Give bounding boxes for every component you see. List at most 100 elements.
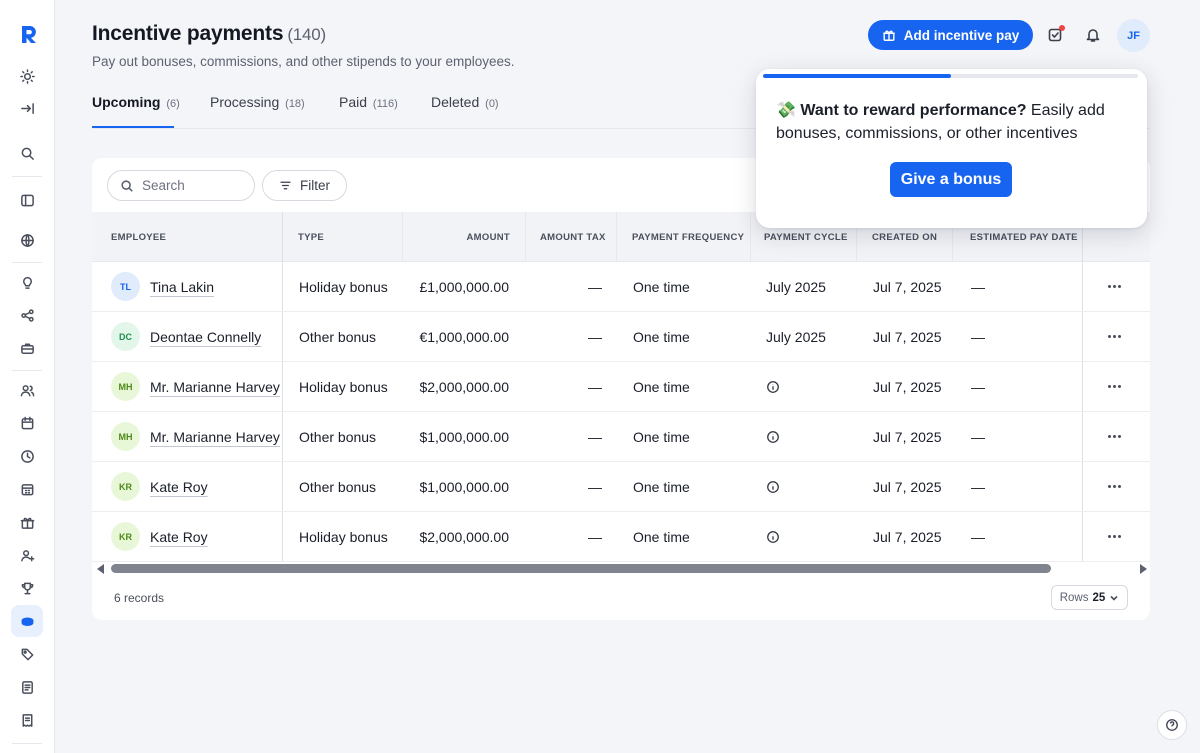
tab-processing[interactable]: Processing (18)	[210, 94, 339, 128]
table-row[interactable]: TL Tina Lakin Holiday bonus £1,000,000.0…	[92, 262, 1150, 312]
tab-paid-count: (116)	[372, 98, 398, 110]
amount-cell: €1,000,000.00	[419, 328, 509, 345]
created-on-cell: Jul 7, 2025	[873, 328, 942, 345]
info-icon[interactable]	[766, 480, 780, 494]
help-button[interactable]	[1157, 710, 1187, 740]
records-count: 6 records	[114, 591, 165, 605]
column-divider	[402, 212, 403, 262]
type-cell: Other bonus	[299, 478, 377, 495]
employee-name-link[interactable]: Kate Roy	[150, 529, 208, 545]
horizontal-scrollbar[interactable]	[92, 561, 1150, 575]
tab-deleted-count: (0)	[485, 98, 499, 110]
search-field[interactable]	[107, 170, 255, 201]
amount-tax-cell: —	[588, 278, 602, 295]
money-emoji-icon: 💸	[776, 102, 796, 119]
calendar-icon[interactable]	[11, 407, 43, 439]
estimated-pay-date-cell: —	[971, 478, 985, 495]
lightbulb-icon[interactable]	[11, 266, 43, 298]
more-options-icon[interactable]	[1108, 535, 1121, 538]
tab-deleted-label: Deleted	[431, 94, 480, 110]
employee-avatar: MH	[111, 372, 140, 401]
payment-cycle-cell	[766, 362, 846, 411]
more-options-icon[interactable]	[1108, 285, 1121, 288]
more-options-icon[interactable]	[1108, 485, 1121, 488]
give-bonus-button[interactable]: Give a bonus	[890, 162, 1012, 197]
panel-icon[interactable]	[11, 184, 43, 216]
type-cell: Holiday bonus	[299, 378, 388, 395]
calendar-grid-icon[interactable]	[11, 473, 43, 505]
amount-cell: $2,000,000.00	[419, 528, 509, 545]
briefcase-icon[interactable]	[11, 332, 43, 364]
amount-tax-cell: —	[588, 378, 602, 395]
filter-label: Filter	[300, 178, 330, 193]
add-person-icon[interactable]	[11, 539, 43, 571]
rows-value: 25	[1092, 591, 1106, 604]
employee-avatar: TL	[111, 272, 140, 301]
payment-frequency-cell: One time	[633, 278, 690, 295]
coins-icon[interactable]	[11, 605, 43, 637]
tab-deleted[interactable]: Deleted (0)	[431, 94, 521, 128]
scroll-left-arrow-icon[interactable]	[97, 564, 104, 574]
created-on-cell: Jul 7, 2025	[873, 378, 942, 395]
more-options-icon[interactable]	[1108, 335, 1121, 338]
document-icon[interactable]	[11, 671, 43, 703]
sidebar-divider	[12, 743, 42, 744]
employee-name-link[interactable]: Deontae Connelly	[150, 329, 261, 345]
notifications-button[interactable]	[1081, 23, 1105, 47]
sun-icon[interactable]	[11, 60, 43, 92]
amount-cell: $2,000,000.00	[419, 378, 509, 395]
table-row[interactable]: DC Deontae Connelly Other bonus €1,000,0…	[92, 312, 1150, 362]
payment-frequency-cell: One time	[633, 378, 690, 395]
employee-name-link[interactable]: Mr. Marianne Harvey	[150, 429, 280, 445]
employee-avatar: MH	[111, 422, 140, 451]
search-icon[interactable]	[11, 137, 43, 169]
info-icon[interactable]	[766, 380, 780, 394]
employee-name-link[interactable]: Kate Roy	[150, 479, 208, 495]
table-row[interactable]: MH Mr. Marianne Harvey Holiday bonus $2,…	[92, 362, 1150, 412]
gift-icon[interactable]	[11, 506, 43, 538]
employee-name-link[interactable]: Mr. Marianne Harvey	[150, 379, 280, 395]
tab-upcoming-count: (6)	[166, 98, 180, 110]
receipt-icon[interactable]	[11, 704, 43, 736]
column-header-amount-tax[interactable]: Amount tax	[540, 212, 620, 262]
more-options-icon[interactable]	[1108, 435, 1121, 438]
trophy-icon[interactable]	[11, 572, 43, 604]
employee-avatar: KR	[111, 472, 140, 501]
search-input[interactable]	[142, 178, 242, 193]
info-icon[interactable]	[766, 530, 780, 544]
popover-progress-fill	[763, 74, 951, 78]
column-header-employee[interactable]: Employee	[111, 212, 281, 262]
collapse-icon[interactable]	[11, 92, 43, 124]
page-title: Incentive payments (140)	[92, 22, 326, 46]
people-icon[interactable]	[11, 374, 43, 406]
column-header-amount[interactable]: Amount	[409, 212, 510, 262]
tab-upcoming[interactable]: Upcoming (6)	[92, 94, 210, 128]
table-row[interactable]: KR Kate Roy Other bonus $1,000,000.00 — …	[92, 462, 1150, 512]
table-row[interactable]: MH Mr. Marianne Harvey Other bonus $1,00…	[92, 412, 1150, 462]
amount-tax-cell: —	[588, 428, 602, 445]
clock-icon[interactable]	[11, 440, 43, 472]
tag-icon[interactable]	[11, 638, 43, 670]
estimated-pay-date-cell: —	[971, 328, 985, 345]
share-icon[interactable]	[11, 299, 43, 331]
add-incentive-pay-button[interactable]: Add incentive pay	[868, 20, 1033, 50]
globe-icon[interactable]	[11, 224, 43, 256]
employee-name-link[interactable]: Tina Lakin	[150, 279, 214, 295]
scroll-right-arrow-icon[interactable]	[1140, 564, 1147, 574]
rows-per-page-select[interactable]: Rows 25	[1051, 585, 1128, 610]
filter-button[interactable]: Filter	[262, 170, 347, 201]
onboarding-popover: 💸 Want to reward performance? Easily add…	[756, 69, 1147, 228]
user-avatar[interactable]: JF	[1117, 19, 1150, 52]
popover-message: 💸 Want to reward performance? Easily add…	[776, 99, 1136, 145]
scroll-thumb[interactable]	[111, 564, 1051, 573]
tasks-button[interactable]	[1043, 23, 1067, 47]
info-icon[interactable]	[766, 430, 780, 444]
tab-paid[interactable]: Paid (116)	[339, 94, 431, 128]
column-header-payment-frequency[interactable]: Payment frequency	[632, 212, 752, 262]
table-row[interactable]: KR Kate Roy Holiday bonus $2,000,000.00 …	[92, 512, 1150, 562]
more-options-icon[interactable]	[1108, 385, 1121, 388]
column-header-type[interactable]: Type	[298, 212, 398, 262]
estimated-pay-date-cell: —	[971, 528, 985, 545]
type-cell: Holiday bonus	[299, 278, 388, 295]
logo-icon[interactable]	[14, 20, 42, 48]
